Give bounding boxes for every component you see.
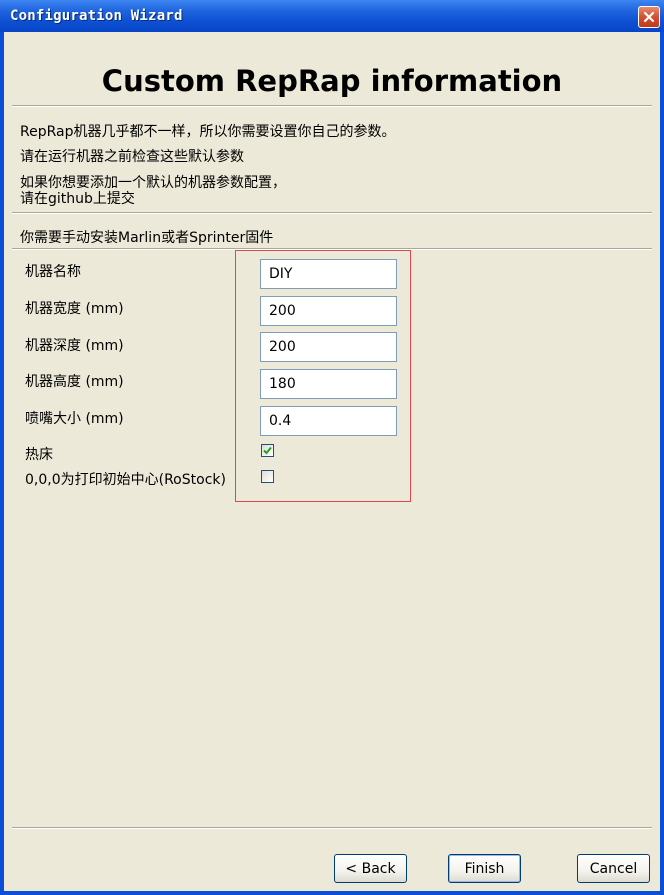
- page-title: Custom RepRap information: [101, 64, 563, 98]
- close-icon: [643, 11, 655, 23]
- annotation-highlight-box: [235, 250, 411, 502]
- intro-text-line4: 请在github上提交: [20, 191, 135, 207]
- header-divider: [12, 105, 652, 107]
- finish-button[interactable]: Finish: [448, 854, 521, 883]
- window-title: Configuration Wizard: [10, 8, 183, 24]
- nozzle-size-label: 喷嘴大小 (mm): [25, 411, 124, 427]
- machine-width-label: 机器宽度 (mm): [25, 301, 124, 317]
- close-button[interactable]: [638, 6, 660, 28]
- title-bar[interactable]: Configuration Wizard: [0, 0, 664, 32]
- intro-text-line2: 请在运行机器之前检查这些默认参数: [20, 149, 244, 165]
- wizard-window: Configuration Wizard Custom RepRap infor…: [0, 0, 664, 895]
- machine-height-label: 机器高度 (mm): [25, 374, 124, 390]
- back-button[interactable]: < Back: [334, 854, 407, 883]
- heated-bed-label: 热床: [25, 447, 53, 463]
- center-origin-label: 0,0,0为打印初始中心(RoStock): [25, 472, 226, 488]
- cancel-button[interactable]: Cancel: [577, 854, 650, 883]
- firmware-note: 你需要手动安装Marlin或者Sprinter固件: [20, 230, 274, 246]
- dialog-client-area: Custom RepRap information RepRap机器几乎都不一样…: [4, 32, 660, 891]
- machine-depth-label: 机器深度 (mm): [25, 338, 124, 354]
- footer-divider: [12, 827, 652, 829]
- intro-divider: [12, 212, 652, 214]
- intro-text-line1: RepRap机器几乎都不一样，所以你需要设置你自己的参数。: [20, 124, 396, 140]
- machine-name-label: 机器名称: [25, 264, 81, 280]
